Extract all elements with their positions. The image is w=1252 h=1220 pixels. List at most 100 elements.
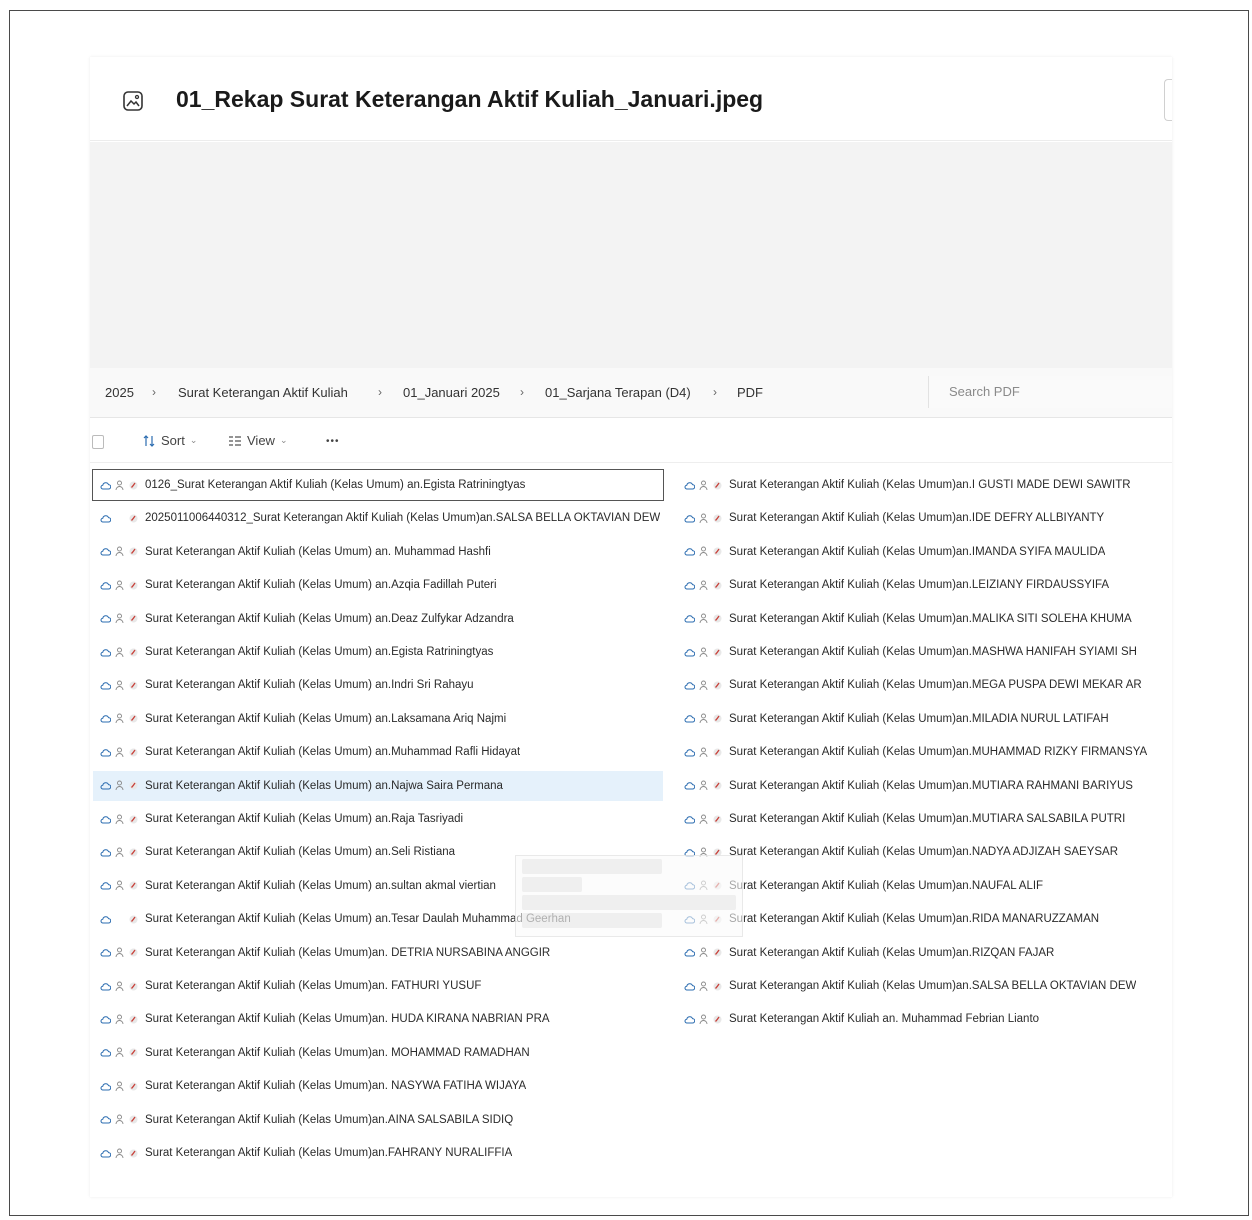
cloud-status-icon: [100, 615, 111, 623]
cloud-status-icon: [684, 581, 695, 590]
cloud-status-icon: [100, 782, 111, 790]
file-row[interactable]: Surat Keterangan Aktif Kuliah (Kelas Umu…: [93, 670, 663, 700]
pdf-file-icon: [129, 915, 138, 924]
file-row[interactable]: Surat Keterangan Aktif Kuliah (Kelas Umu…: [93, 938, 663, 968]
file-row[interactable]: Surat Keterangan Aktif Kuliah (Kelas Umu…: [677, 637, 1167, 667]
cloud-status-icon: [684, 982, 695, 990]
file-row[interactable]: Surat Keterangan Aktif Kuliah (Kelas Umu…: [93, 570, 663, 600]
cloud-status-icon: [100, 1149, 111, 1157]
file-row[interactable]: Surat Keterangan Aktif Kuliah (Kelas Umu…: [677, 904, 1167, 934]
cloud-status-icon: [100, 481, 111, 489]
file-list: 0126_Surat Keterangan Aktif Kuliah (Kela…: [90, 468, 1172, 1178]
shared-person-icon: [115, 647, 124, 657]
shared-person-icon: [115, 981, 124, 991]
view-button[interactable]: View ⌄: [228, 433, 288, 448]
file-name: Surat Keterangan Aktif Kuliah (Kelas Umu…: [729, 646, 1137, 658]
file-row[interactable]: Surat Keterangan Aktif Kuliah (Kelas Umu…: [93, 1071, 663, 1101]
file-row[interactable]: Surat Keterangan Aktif Kuliah (Kelas Umu…: [677, 938, 1167, 968]
file-name: Surat Keterangan Aktif Kuliah (Kelas Umu…: [145, 679, 474, 692]
shared-person-icon: [115, 914, 124, 925]
file-row[interactable]: Surat Keterangan Aktif Kuliah (Kelas Umu…: [677, 837, 1167, 867]
pdf-file-icon: [713, 614, 722, 623]
file-name: Surat Keterangan Aktif Kuliah (Kelas Umu…: [145, 579, 497, 592]
file-name: Surat Keterangan Aktif Kuliah (Kelas Umu…: [145, 1080, 527, 1093]
file-row[interactable]: Surat Keterangan Aktif Kuliah (Kelas Umu…: [93, 971, 663, 1001]
file-row[interactable]: Surat Keterangan Aktif Kuliah (Kelas Umu…: [677, 604, 1167, 634]
cloud-status-icon: [684, 715, 695, 723]
file-row[interactable]: Surat Keterangan Aktif Kuliah (Kelas Umu…: [677, 737, 1167, 767]
file-name: Surat Keterangan Aktif Kuliah (Kelas Umu…: [145, 1113, 514, 1126]
pdf-file-icon: [713, 547, 722, 556]
file-row[interactable]: Surat Keterangan Aktif Kuliah (Kelas Umu…: [93, 637, 663, 667]
file-row[interactable]: Surat Keterangan Aktif Kuliah (Kelas Umu…: [677, 537, 1167, 567]
details-pane-icon[interactable]: [92, 435, 104, 449]
file-name: Surat Keterangan Aktif Kuliah (Kelas Umu…: [145, 1147, 513, 1159]
file-row[interactable]: Surat Keterangan Aktif Kuliah (Kelas Umu…: [677, 871, 1167, 901]
file-name: Surat Keterangan Aktif Kuliah (Kelas Umu…: [145, 913, 571, 926]
file-row[interactable]: Surat Keterangan Aktif Kuliah (Kelas Umu…: [677, 670, 1167, 700]
shared-person-icon: [115, 580, 124, 590]
shared-person-icon: [115, 814, 124, 824]
cloud-status-icon: [100, 1049, 111, 1057]
sort-button[interactable]: Sort ⌄: [142, 433, 197, 448]
file-name: 0126_Surat Keterangan Aktif Kuliah (Kela…: [145, 479, 526, 491]
file-row[interactable]: Surat Keterangan Aktif Kuliah (Kelas Umu…: [677, 704, 1167, 734]
file-row[interactable]: Surat Keterangan Aktif Kuliah (Kelas Umu…: [93, 804, 663, 834]
shared-person-icon: [115, 747, 124, 757]
cloud-status-icon: [100, 548, 111, 556]
file-row[interactable]: Surat Keterangan Aktif Kuliah (Kelas Umu…: [93, 537, 663, 567]
file-row[interactable]: 20250110064403​12_Surat Keterangan Aktif…: [93, 503, 663, 533]
file-row[interactable]: Surat Keterangan Aktif Kuliah (Kelas Umu…: [93, 1004, 663, 1034]
breadcrumb-item-month[interactable]: 01_Januari 2025: [403, 385, 500, 400]
chevron-down-icon: ⌄: [189, 435, 198, 445]
pdf-file-icon: [129, 748, 138, 757]
cloud-status-icon: [100, 682, 111, 690]
file-row[interactable]: Surat Keterangan Aktif Kuliah (Kelas Umu…: [677, 503, 1167, 533]
file-row[interactable]: Surat Keterangan Aktif Kuliah (Kelas Umu…: [93, 1038, 663, 1068]
cloud-status-icon: [684, 648, 695, 656]
file-row[interactable]: Surat Keterangan Aktif Kuliah (Kelas Umu…: [677, 804, 1167, 834]
shared-person-icon: [699, 680, 708, 690]
file-name: Surat Keterangan Aktif Kuliah (Kelas Umu…: [729, 679, 1142, 692]
file-name: Surat Keterangan Aktif Kuliah (Kelas Umu…: [145, 746, 521, 759]
file-row[interactable]: Surat Keterangan Aktif Kuliah (Kelas Umu…: [93, 1105, 663, 1135]
file-name: Surat Keterangan Aktif Kuliah (Kelas Umu…: [729, 746, 1148, 759]
file-row[interactable]: Surat Keterangan Aktif Kuliah (Kelas Umu…: [93, 737, 663, 767]
preview-area: [90, 142, 1172, 368]
file-row[interactable]: Surat Keterangan Aktif Kuliah (Kelas Umu…: [93, 770, 663, 801]
file-row[interactable]: Surat Keterangan Aktif Kuliah (Kelas Umu…: [677, 470, 1167, 500]
cloud-status-icon: [684, 748, 695, 757]
file-row[interactable]: Surat Keterangan Aktif Kuliah (Kelas Umu…: [93, 604, 663, 634]
pdf-file-icon: [713, 514, 722, 523]
cloud-status-icon: [684, 949, 695, 957]
pdf-file-icon: [713, 481, 722, 489]
cloud-status-icon: [100, 515, 111, 523]
file-name: Surat Keterangan Aktif Kuliah (Kelas Umu…: [729, 879, 1044, 892]
more-options-button[interactable]: •••: [326, 436, 340, 447]
shared-person-icon: [699, 613, 708, 624]
screenshot-frame: 01_Rekap Surat Keterangan Aktif Kuliah_J…: [9, 10, 1249, 1216]
file-row[interactable]: Surat Keterangan Aktif Kuliah (Kelas Umu…: [677, 771, 1167, 801]
pdf-file-icon: [129, 514, 138, 523]
chevron-right-icon: ›: [520, 385, 524, 399]
pdf-file-icon: [129, 581, 138, 590]
search-input[interactable]: [929, 376, 1149, 406]
file-row[interactable]: Surat Keterangan Aktif Kuliah (Kelas Umu…: [677, 570, 1167, 600]
file-name: Surat Keterangan Aktif Kuliah (Kelas Umu…: [145, 946, 551, 959]
file-row[interactable]: Surat Keterangan Aktif Kuliah (Kelas Umu…: [677, 971, 1167, 1001]
breadcrumb-item-pdf[interactable]: PDF: [737, 385, 763, 400]
breadcrumb-item-year[interactable]: 2025: [105, 385, 134, 400]
file-row[interactable]: Surat Keterangan Aktif Kuliah (Kelas Umu…: [93, 704, 663, 734]
breadcrumb-item-program[interactable]: 01_Sarjana Terapan (D4): [545, 385, 691, 400]
pdf-file-icon: [713, 815, 722, 823]
breadcrumb-item-folder[interactable]: Surat Keterangan Aktif Kuliah: [178, 385, 348, 400]
pdf-file-icon: [129, 982, 138, 990]
window-control[interactable]: [1164, 79, 1172, 121]
file-explorer-window: 01_Rekap Surat Keterangan Aktif Kuliah_J…: [90, 57, 1172, 1197]
file-name: Surat Keterangan Aktif Kuliah (Kelas Umu…: [145, 980, 482, 992]
file-row[interactable]: Surat Keterangan Aktif Kuliah an. Muhamm…: [677, 1004, 1167, 1034]
file-name: Surat Keterangan Aktif Kuliah (Kelas Umu…: [145, 712, 507, 725]
file-row[interactable]: 0126_Surat Keterangan Aktif Kuliah (Kela…: [92, 469, 664, 501]
pdf-file-icon: [713, 648, 722, 656]
file-row[interactable]: Surat Keterangan Aktif Kuliah (Kelas Umu…: [93, 1138, 663, 1168]
